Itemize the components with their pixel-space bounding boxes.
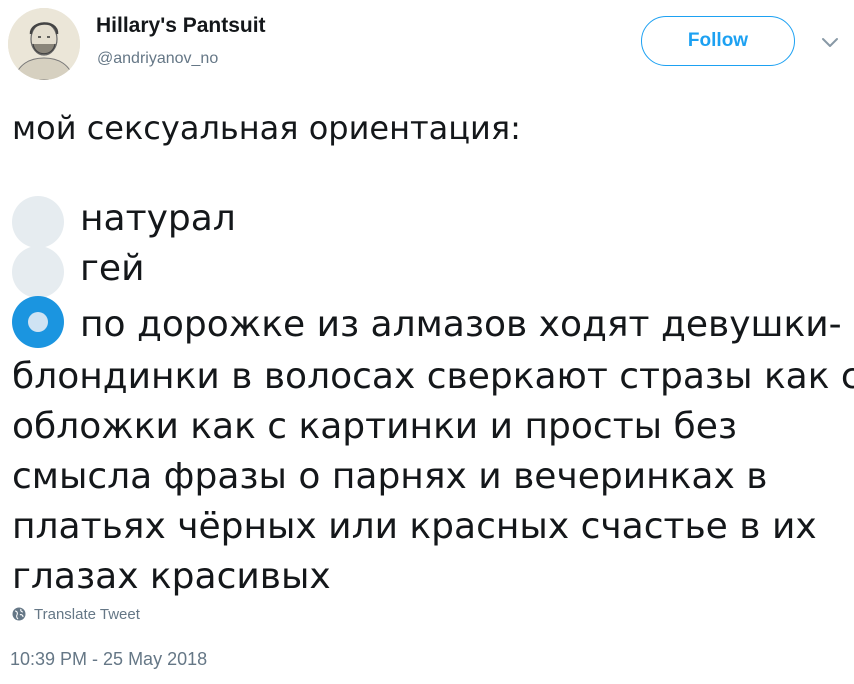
tweet-timestamp[interactable]: 10:39 PM - 25 May 2018 [10, 649, 207, 670]
translate-tweet-link[interactable]: Translate Tweet [12, 604, 140, 624]
display-name[interactable]: Hillary's Pantsuit [96, 14, 266, 38]
radio-selected-icon [12, 296, 64, 348]
text-line: платьях чёрных или красных счастье в их [12, 506, 817, 547]
radio-unselected-icon [12, 196, 64, 248]
chevron-down-icon [822, 38, 838, 47]
text-line: глазах красивых [12, 556, 331, 597]
user-handle[interactable]: @andriyanov_no [97, 50, 218, 68]
avatar[interactable] [8, 8, 80, 80]
text-line: обложки как с картинки и просты без [12, 406, 738, 447]
follow-button[interactable]: Follow [641, 16, 795, 66]
radio-unselected-icon [12, 246, 64, 298]
follow-button-label: Follow [687, 30, 749, 51]
globe-icon [12, 607, 26, 621]
tweet-intro-text: мой сексуальная ориентация: [12, 109, 521, 147]
text-line: блондинки в волосах сверкают стразы как … [12, 356, 854, 397]
poll-option-label: по дорожке из алмазов ходят девушки- [80, 304, 842, 345]
translate-label: Translate Tweet [34, 605, 140, 623]
poll-option-label: гей [80, 248, 145, 289]
more-options-button[interactable] [818, 30, 842, 54]
tweet-continuation-text: блондинки в волосах сверкают стразы как … [12, 352, 854, 602]
text-line: смысла фразы о парнях и вечеринках в [12, 456, 768, 497]
poll-option-label: натурал [80, 198, 236, 239]
avatar-sketch-icon [8, 8, 80, 80]
